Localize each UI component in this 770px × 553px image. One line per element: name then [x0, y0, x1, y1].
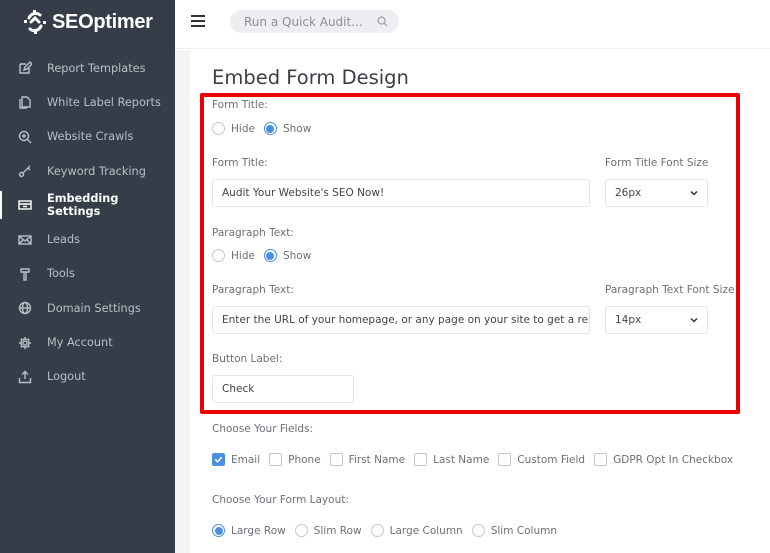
form-title-visibility-group: Hide Show: [212, 122, 320, 135]
page-title: Embed Form Design: [212, 66, 409, 89]
quick-audit-search: [230, 10, 399, 33]
form-title-font-size-label: Form Title Font Size: [605, 157, 709, 169]
layout-large-column-option[interactable]: Large Column: [370, 524, 463, 537]
upload-icon: [18, 370, 32, 384]
field-first-name-option[interactable]: First Name: [329, 453, 405, 466]
radio[interactable]: [370, 524, 384, 537]
paragraph-visibility-group: Hide Show: [212, 249, 320, 262]
topbar: [175, 0, 770, 49]
sidebar-item-label: Embedding Settings: [47, 192, 119, 219]
logo[interactable]: SEOptimer: [22, 8, 153, 36]
form-title-input[interactable]: Audit Your Website's SEO Now!: [212, 179, 590, 207]
checkbox-checked[interactable]: [212, 453, 225, 466]
sidebar-item-label: Tools: [47, 267, 75, 281]
radio-selected[interactable]: [212, 524, 225, 537]
paragraph-text-label: Paragraph Text:: [212, 284, 294, 296]
paragraph-show-option[interactable]: Show: [263, 249, 311, 262]
form-title-visibility-label: Form Title:: [212, 99, 268, 111]
chevron-down-icon: [690, 317, 698, 323]
form-title-text-label: Form Title:: [212, 157, 268, 169]
sidebar-item-keyword-tracking[interactable]: Keyword Tracking: [0, 154, 175, 188]
quick-audit-input[interactable]: [244, 14, 364, 29]
paragraph-hide-option[interactable]: Hide: [212, 249, 255, 262]
gear-icon: [18, 336, 32, 350]
sidebar-item-label: Logout: [47, 370, 86, 384]
button-label-label: Button Label:: [212, 353, 283, 365]
sidebar-item-domain-settings[interactable]: Domain Settings: [0, 291, 175, 325]
embed-icon: [18, 198, 32, 212]
hammer-icon: [18, 267, 32, 281]
sidebar: SEOptimer Report Templates White Label R…: [0, 0, 175, 553]
menu-toggle-button[interactable]: [191, 15, 205, 27]
checkbox[interactable]: [414, 453, 428, 466]
app: SEOptimer Report Templates White Label R…: [0, 0, 770, 553]
radio[interactable]: [471, 524, 485, 537]
chevron-down-icon: [690, 190, 698, 196]
sidebar-item-label: Leads: [47, 233, 81, 247]
field-email-option[interactable]: Email: [212, 453, 260, 466]
sidebar-item-label: Report Templates: [47, 61, 146, 75]
checkbox[interactable]: [329, 453, 343, 466]
sidebar-item-label: Website Crawls: [47, 130, 134, 144]
key-icon: [18, 164, 32, 178]
sidebar-nav: Report Templates White Label Reports Web…: [0, 51, 175, 394]
fields-label: Choose Your Fields:: [212, 423, 314, 435]
layout-label: Choose Your Form Layout:: [212, 494, 349, 506]
sidebar-item-my-account[interactable]: My Account: [0, 325, 175, 359]
layout-slim-row-option[interactable]: Slim Row: [294, 524, 362, 537]
globe-icon: [18, 301, 32, 315]
logo-text: SEOptimer: [52, 10, 153, 33]
sidebar-item-leads[interactable]: Leads: [0, 222, 175, 256]
checkbox[interactable]: [269, 453, 283, 466]
sidebar-item-website-crawls[interactable]: Website Crawls: [0, 120, 175, 154]
field-custom-field-option[interactable]: Custom Field: [498, 453, 585, 466]
radio-selected[interactable]: [263, 122, 277, 135]
copy-icon: [18, 95, 32, 110]
field-gdpr-option[interactable]: GDPR Opt In Checkbox: [594, 453, 733, 466]
checkbox[interactable]: [594, 453, 608, 466]
fields-group: Email Phone First Name Last Name Custom …: [212, 453, 742, 466]
zoom-in-icon: [18, 130, 32, 144]
checkbox[interactable]: [498, 453, 512, 466]
layout-large-row-option[interactable]: Large Row: [212, 524, 286, 537]
layout-group: Large Row Slim Row Large Column Slim Col…: [212, 524, 566, 537]
paragraph-font-size-select[interactable]: 14px: [605, 306, 708, 334]
paragraph-visibility-label: Paragraph Text:: [212, 227, 294, 239]
sidebar-item-report-templates[interactable]: Report Templates: [0, 51, 175, 85]
form-title-font-size-select[interactable]: 26px: [605, 179, 708, 207]
radio[interactable]: [212, 249, 225, 262]
logo-icon: [24, 10, 46, 34]
sidebar-item-label: Keyword Tracking: [47, 164, 146, 178]
radio[interactable]: [212, 122, 225, 135]
form-title-show-option[interactable]: Show: [263, 122, 311, 135]
check-icon: [214, 456, 223, 463]
button-label-input[interactable]: Check: [212, 375, 354, 403]
paragraph-text-input[interactable]: Enter the URL of your homepage, or any p…: [212, 306, 590, 334]
sidebar-item-logout[interactable]: Logout: [0, 360, 175, 394]
field-phone-option[interactable]: Phone: [269, 453, 321, 466]
sidebar-item-white-label-reports[interactable]: White Label Reports: [0, 85, 175, 119]
sidebar-item-tools[interactable]: Tools: [0, 257, 175, 291]
hamburger-icon: [191, 15, 205, 17]
search-icon[interactable]: [377, 16, 388, 27]
paragraph-font-size-label: Paragraph Text Font Size: [605, 284, 735, 296]
sidebar-item-label: Domain Settings: [47, 301, 141, 315]
radio[interactable]: [294, 524, 308, 537]
edit-icon: [18, 61, 32, 75]
field-last-name-option[interactable]: Last Name: [414, 453, 489, 466]
mail-icon: [18, 233, 32, 247]
sidebar-item-label: White Label Reports: [47, 95, 161, 109]
radio-selected[interactable]: [263, 249, 277, 262]
sidebar-item-label: My Account: [47, 336, 113, 350]
sidebar-item-embedding-settings[interactable]: Embedding Settings: [0, 188, 175, 222]
layout-slim-column-option[interactable]: Slim Column: [471, 524, 557, 537]
form-title-hide-option[interactable]: Hide: [212, 122, 255, 135]
